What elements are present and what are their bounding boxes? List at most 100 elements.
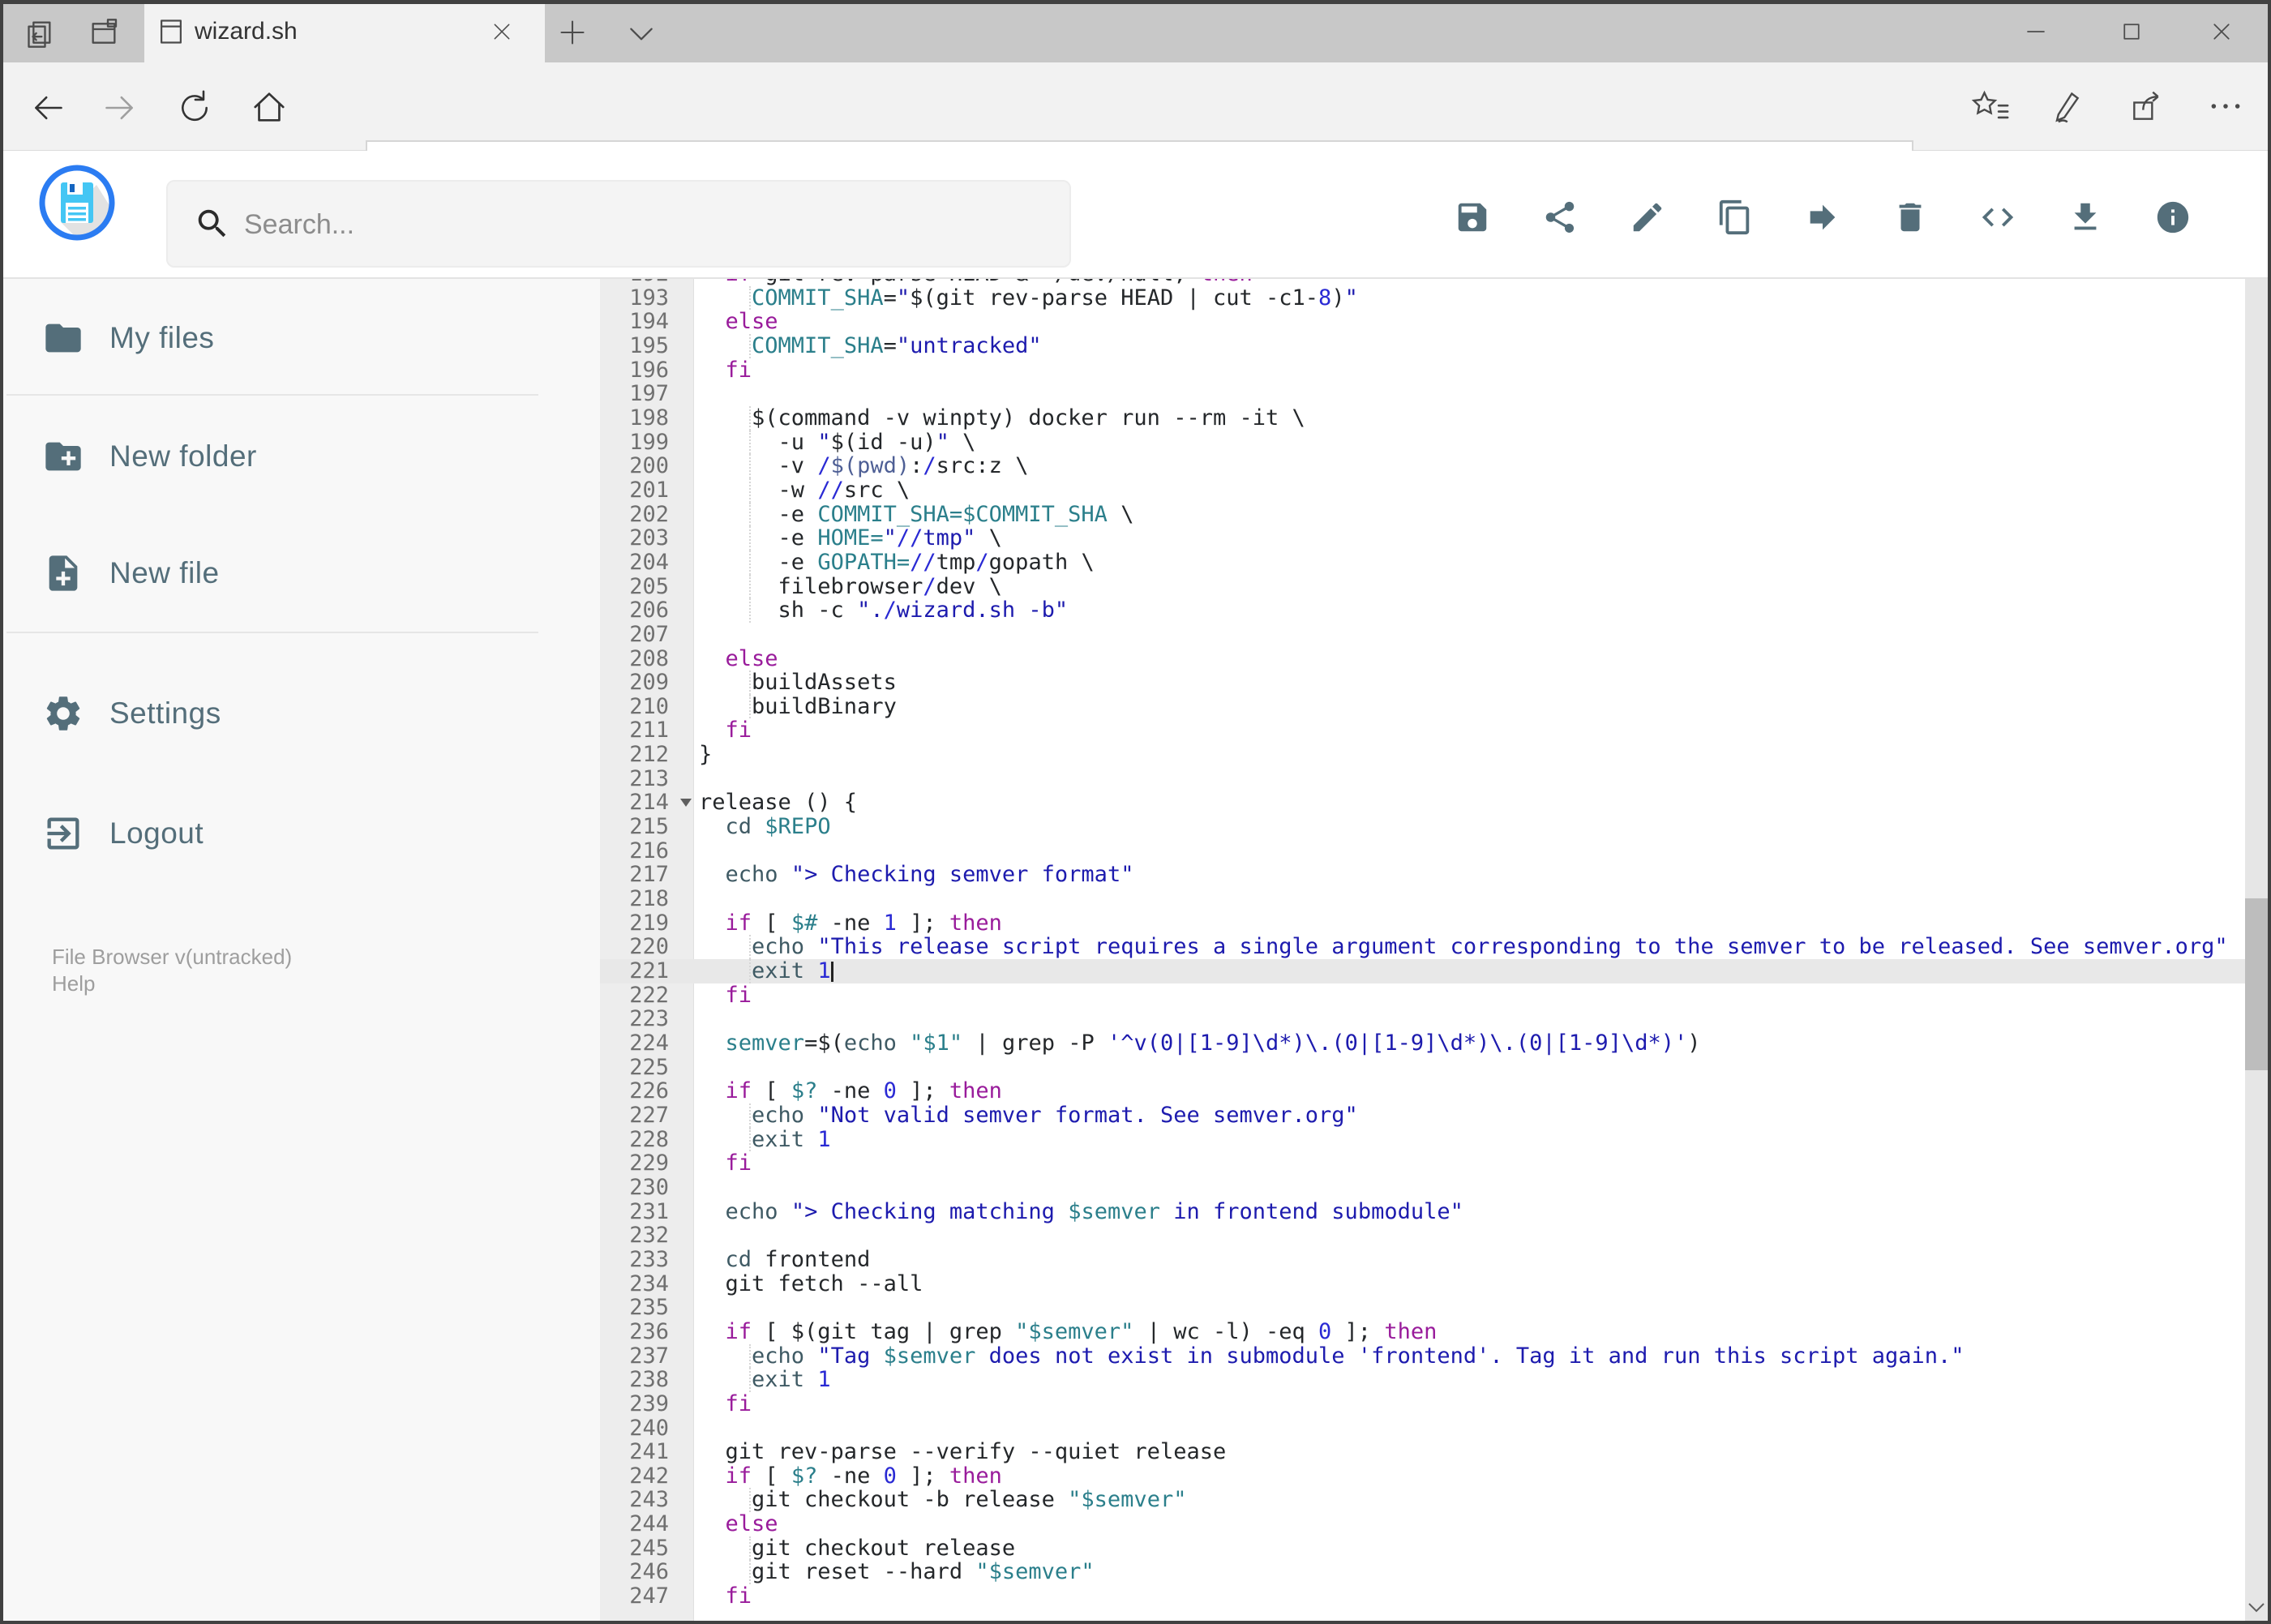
sidebar-item-settings[interactable]: Settings <box>3 691 571 736</box>
code-line[interactable]: 216 <box>600 839 2245 863</box>
tab-close-icon[interactable] <box>491 21 512 42</box>
code-line[interactable]: 208 else <box>600 646 2245 671</box>
edit-icon[interactable] <box>1629 199 1666 236</box>
tab-strip: wizard.sh <box>0 0 2271 62</box>
code-line[interactable]: 237 echo "Tag $semver does not exist in … <box>600 1343 2245 1369</box>
download-icon[interactable] <box>2067 199 2104 236</box>
code-line[interactable]: 200 -v /$(pwd):/src:z \ <box>600 454 2245 478</box>
tab-title: wizard.sh <box>195 18 298 45</box>
page-scrollbar[interactable] <box>2245 151 2268 1624</box>
scrollbar-thumb[interactable] <box>2245 898 2268 1070</box>
code-line[interactable]: 235 <box>600 1296 2245 1320</box>
code-line[interactable]: 230 <box>600 1176 2245 1200</box>
code-line[interactable]: 246 git reset --hard "$semver" <box>600 1560 2245 1585</box>
fold-marker-icon[interactable] <box>680 799 692 808</box>
sidebar-item-label: New file <box>109 556 220 589</box>
web-note-pen-icon[interactable] <box>2048 88 2084 126</box>
code-line[interactable]: 207 <box>600 623 2245 647</box>
back-icon[interactable] <box>30 90 66 126</box>
more-options-icon[interactable] <box>2208 98 2243 114</box>
code-line[interactable]: 199 -u "$(id -u)" \ <box>600 430 2245 455</box>
code-line[interactable]: 218 <box>600 887 2245 911</box>
search-bar[interactable] <box>166 180 1071 268</box>
code-line[interactable]: 222 fi <box>600 983 2245 1008</box>
code-line[interactable]: 206 sh -c "./wizard.sh -b" <box>600 598 2245 623</box>
share-page-icon[interactable] <box>2128 88 2164 126</box>
sidebar-item-new-folder[interactable]: New folder <box>3 434 571 479</box>
share-icon[interactable] <box>1541 199 1579 236</box>
code-line[interactable]: 231 echo "> Checking matching $semver in… <box>600 1199 2245 1224</box>
code-line[interactable]: 220 echo "This release script requires a… <box>600 935 2245 960</box>
maximize-button[interactable] <box>2119 19 2144 44</box>
new-tab-icon[interactable] <box>558 18 587 47</box>
code-line[interactable]: 244 else <box>600 1512 2245 1536</box>
code-line[interactable]: 201 -w //src \ <box>600 478 2245 503</box>
scroll-down-icon[interactable] <box>2245 1593 2268 1621</box>
favorites-hub-icon[interactable] <box>1970 88 2009 126</box>
window-border-right <box>2268 0 2271 1624</box>
code-line[interactable]: 236 if [ $(git tag | grep "$semver" | wc… <box>600 1320 2245 1344</box>
code-line[interactable]: 245 git checkout release <box>600 1536 2245 1561</box>
code-line[interactable]: 223 <box>600 1007 2245 1031</box>
close-button[interactable] <box>2209 19 2234 44</box>
code-line[interactable]: 243 git checkout -b release "$semver" <box>600 1488 2245 1513</box>
copy-icon[interactable] <box>1716 199 1754 236</box>
forward-icon[interactable] <box>102 90 138 126</box>
code-line[interactable]: 197 <box>600 382 2245 406</box>
refresh-icon[interactable] <box>177 90 212 126</box>
code-line[interactable]: 213 <box>600 767 2245 791</box>
code-line[interactable]: 232 <box>600 1223 2245 1248</box>
file-browser-floppy-logo[interactable] <box>36 162 118 243</box>
code-line[interactable]: 215 cd $REPO <box>600 815 2245 839</box>
code-line[interactable]: 203 -e HOME="//tmp" \ <box>600 526 2245 551</box>
sidebar-item-new-file[interactable]: New file <box>3 551 571 596</box>
code-line[interactable]: 229 fi <box>600 1151 2245 1176</box>
search-input[interactable] <box>242 182 1024 268</box>
code-line[interactable]: 227 echo "Not valid semver format. See s… <box>600 1103 2245 1128</box>
code-line[interactable]: 217 echo "> Checking semver format" <box>600 863 2245 887</box>
code-line[interactable]: 228 exit 1 <box>600 1127 2245 1152</box>
home-icon[interactable] <box>251 88 288 126</box>
code-line[interactable]: 233 cd frontend <box>600 1248 2245 1272</box>
browser-tab[interactable]: wizard.sh <box>144 0 545 62</box>
code-line[interactable]: 224 semver=$(echo "$1" | grep -P '^v(0|[… <box>600 1031 2245 1056</box>
code-line[interactable]: 202 -e COMMIT_SHA=$COMMIT_SHA \ <box>600 502 2245 527</box>
minimize-button[interactable] <box>2024 19 2048 44</box>
move-icon[interactable] <box>1804 199 1841 236</box>
code-line[interactable]: 240 <box>600 1416 2245 1441</box>
code-line[interactable]: 238 exit 1 <box>600 1368 2245 1392</box>
code-line[interactable]: 241 git rev-parse --verify --quiet relea… <box>600 1440 2245 1464</box>
code-line[interactable]: 239 fi <box>600 1392 2245 1416</box>
code-line[interactable]: 193 COMMIT_SHA="$(git rev-parse HEAD | c… <box>600 285 2245 311</box>
code-line[interactable]: 209 buildAssets <box>600 671 2245 695</box>
code-line[interactable]: 196 fi <box>600 358 2245 383</box>
code-line[interactable]: 221 exit 1 <box>600 959 2245 983</box>
save-icon[interactable] <box>1454 199 1491 236</box>
code-line[interactable]: 247 fi <box>600 1584 2245 1609</box>
code-icon[interactable] <box>1979 199 2016 236</box>
code-line[interactable]: 214 release () { <box>600 791 2245 815</box>
code-line[interactable]: 242 if [ $? -ne 0 ]; then <box>600 1463 2245 1489</box>
tab-preview-icon[interactable] <box>88 17 120 49</box>
code-line[interactable]: 195 COMMIT_SHA="untracked" <box>600 334 2245 358</box>
set-tabs-aside-icon[interactable] <box>23 17 55 49</box>
sidebar-item-my-files[interactable]: My files <box>3 315 571 361</box>
code-line[interactable]: 205 filebrowser/dev \ <box>600 574 2245 599</box>
code-line[interactable]: 204 -e GOPATH=//tmp/gopath \ <box>600 551 2245 575</box>
code-editor[interactable]: 192 if git rev-parse HEAD &> /dev/null; … <box>600 279 2245 1624</box>
window-border-top <box>0 0 2271 4</box>
code-line[interactable]: 234 git fetch --all <box>600 1271 2245 1296</box>
tab-list-chevron-icon[interactable] <box>626 24 657 44</box>
sidebar-item-logout[interactable]: Logout <box>3 811 571 856</box>
code-line[interactable]: 210 buildBinary <box>600 694 2245 719</box>
code-line[interactable]: 212} <box>600 743 2245 767</box>
help-link[interactable]: Help <box>52 971 95 997</box>
code-line[interactable]: 198 $(command -v winpty) docker run --rm… <box>600 406 2245 431</box>
delete-icon[interactable] <box>1892 199 1929 236</box>
code-line[interactable]: 219 if [ $# -ne 1 ]; then <box>600 911 2245 936</box>
info-icon[interactable] <box>2154 199 2192 236</box>
code-line[interactable]: 194 else <box>600 310 2245 334</box>
code-line[interactable]: 226 if [ $? -ne 0 ]; then <box>600 1079 2245 1103</box>
code-line[interactable]: 225 <box>600 1055 2245 1080</box>
code-line[interactable]: 211 fi <box>600 718 2245 743</box>
